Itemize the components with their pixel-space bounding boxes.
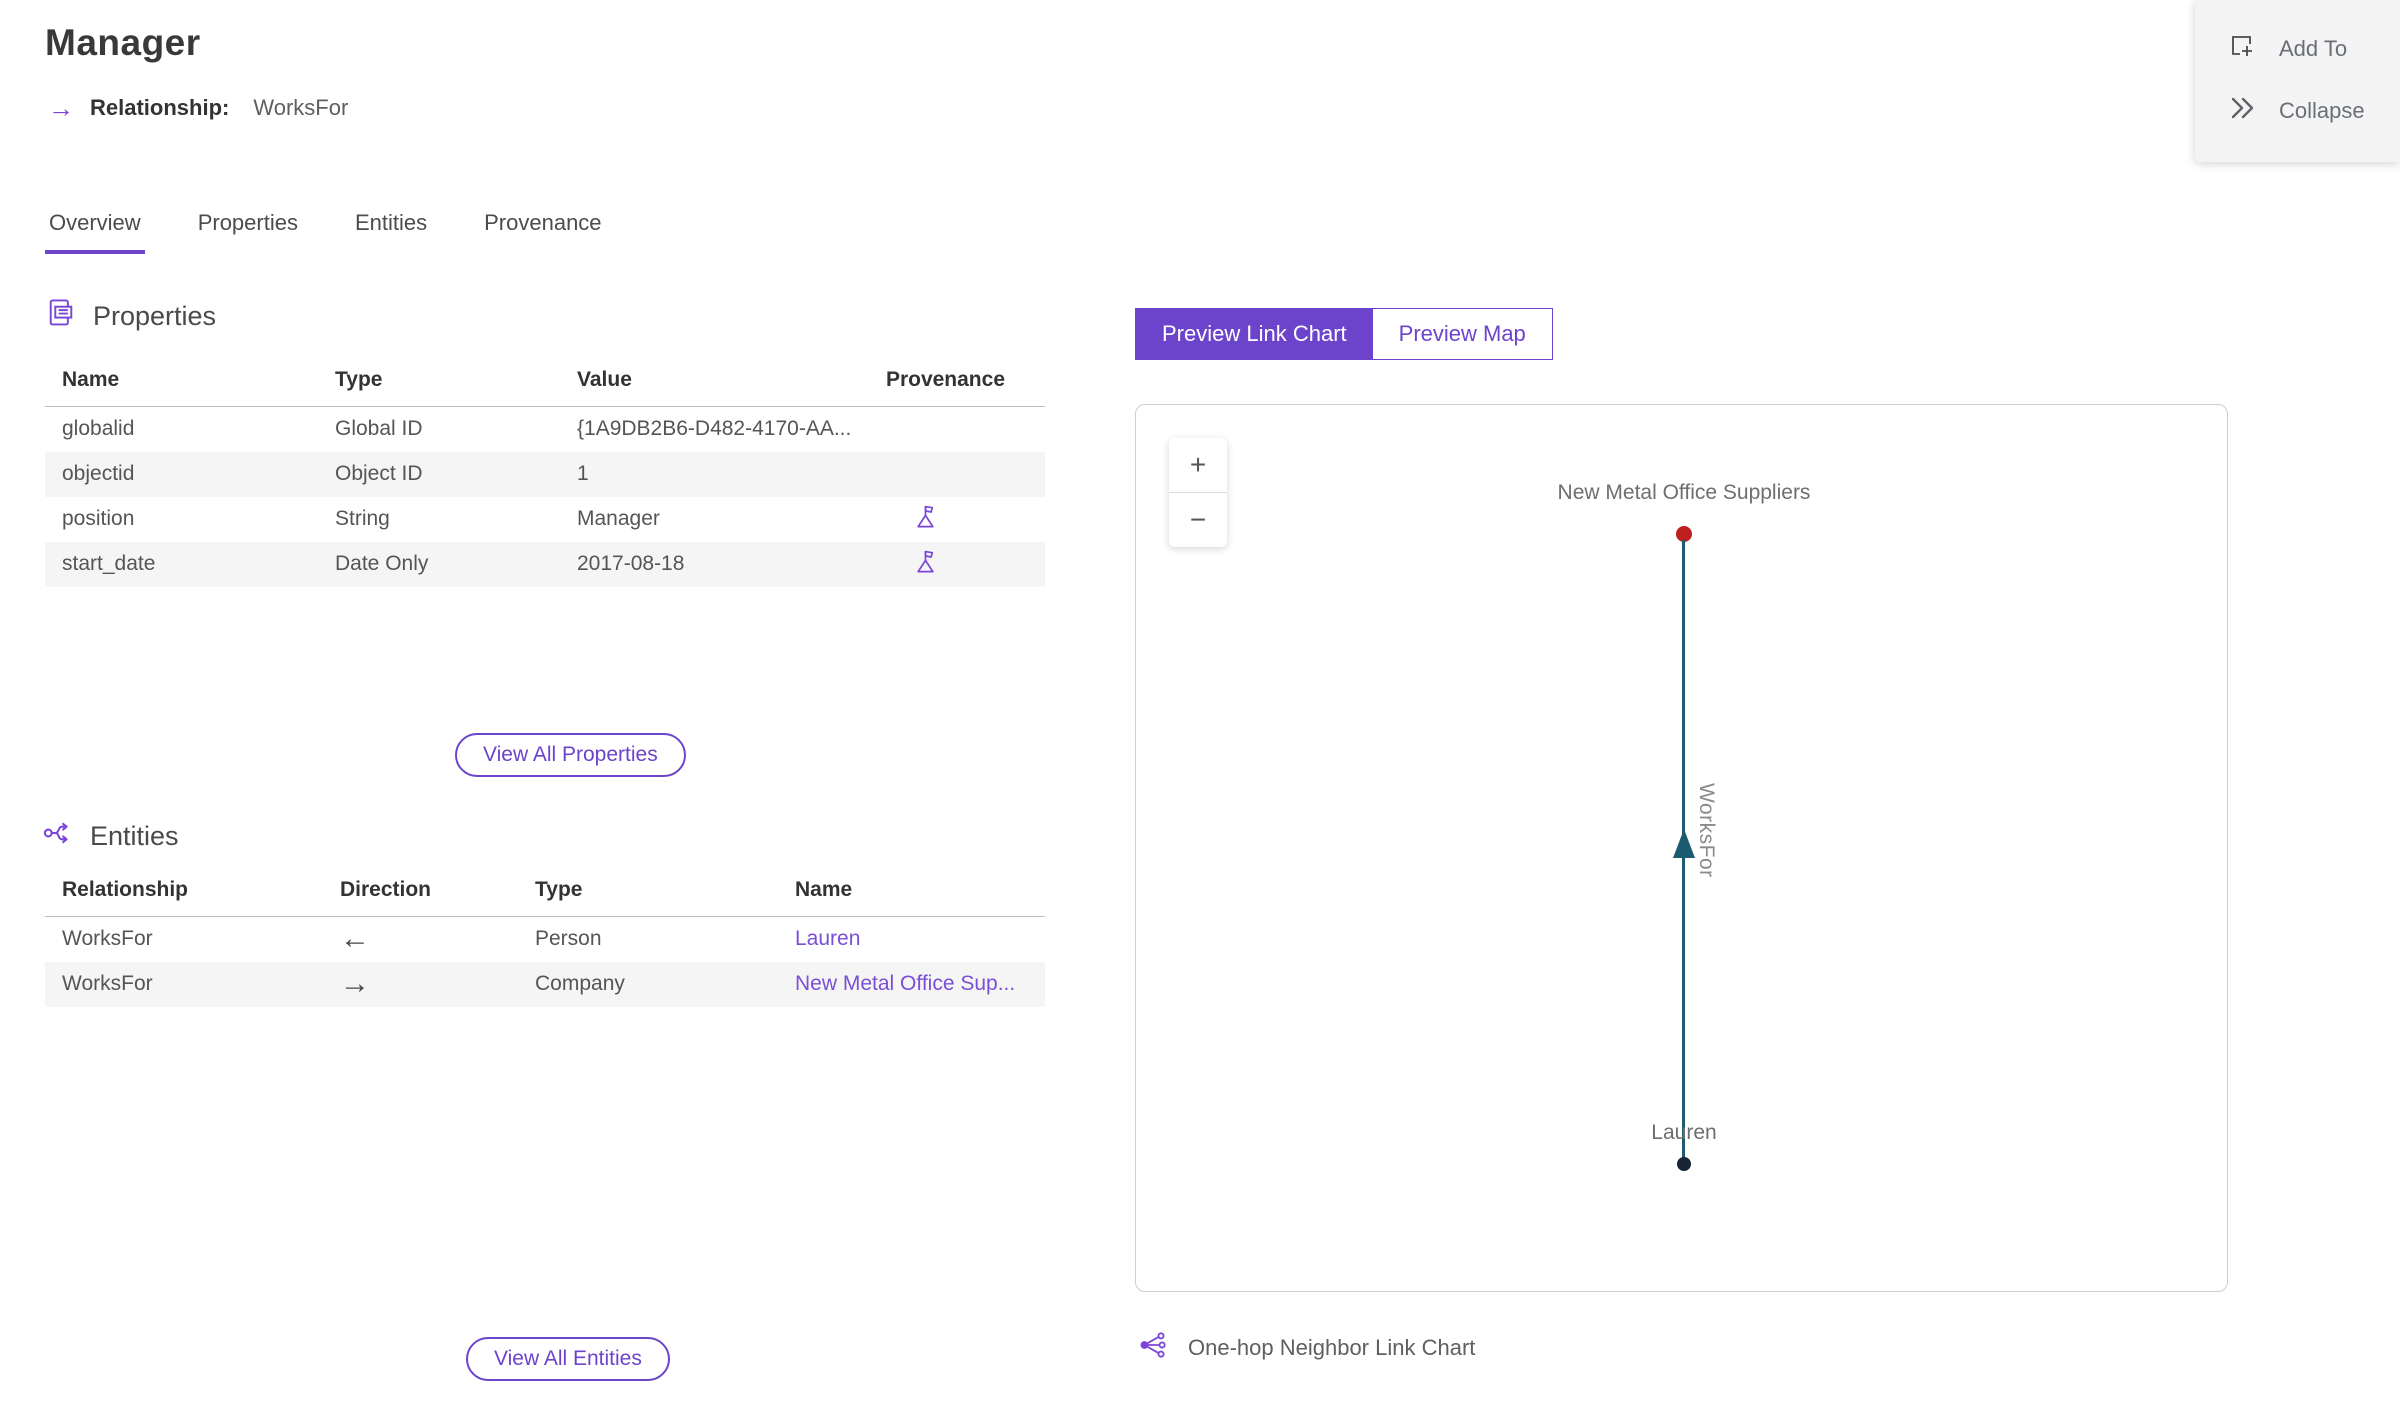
property-provenance-cell bbox=[860, 497, 1045, 542]
properties-section-header: Properties bbox=[45, 297, 216, 336]
property-row-position: position String Manager bbox=[45, 497, 1045, 542]
properties-icon bbox=[45, 297, 77, 336]
col-header-type: Type bbox=[318, 358, 560, 407]
entity-name-link[interactable]: New Metal Office Sup... bbox=[795, 972, 1015, 995]
col-header-value: Value bbox=[560, 358, 860, 407]
col-header-name: Name bbox=[778, 868, 1045, 917]
link-chart-preview[interactable]: + − New Metal Office Suppliers WorksFor … bbox=[1135, 404, 2228, 1292]
col-header-direction: Direction bbox=[323, 868, 518, 917]
entities-table-header-row: Relationship Direction Type Name bbox=[45, 868, 1045, 917]
collapse-label: Collapse bbox=[2279, 98, 2365, 123]
entity-relationship: WorksFor bbox=[62, 927, 153, 951]
property-type: Global ID bbox=[335, 417, 423, 441]
property-value: Manager bbox=[577, 507, 660, 530]
property-type: String bbox=[335, 507, 390, 530]
preview-map-tab[interactable]: Preview Map bbox=[1372, 309, 1552, 359]
entity-name-link[interactable]: Lauren bbox=[795, 927, 860, 950]
view-all-properties-button[interactable]: View All Properties bbox=[455, 733, 686, 777]
zoom-control: + − bbox=[1169, 438, 1227, 547]
col-header-name: Name bbox=[45, 358, 318, 407]
add-to-icon bbox=[2227, 31, 2257, 67]
edge-label: WorksFor bbox=[1695, 783, 1718, 878]
col-header-type: Type bbox=[518, 868, 778, 917]
properties-table-header-row: Name Type Value Provenance bbox=[45, 358, 1045, 407]
property-name: globalid bbox=[62, 417, 135, 441]
property-value: 2017-08-18 bbox=[577, 552, 685, 575]
entity-row-lauren: WorksFor ← Person Lauren bbox=[45, 917, 1045, 962]
one-hop-link-chart-icon bbox=[1138, 1330, 1168, 1366]
properties-section-title: Properties bbox=[93, 301, 217, 331]
node-person[interactable] bbox=[1677, 1157, 1691, 1171]
relationship-label: Relationship: bbox=[90, 95, 230, 120]
entities-icon bbox=[42, 817, 74, 856]
preview-link-chart-tab[interactable]: Preview Link Chart bbox=[1136, 309, 1373, 359]
add-to-button[interactable]: Add To bbox=[2227, 18, 2400, 80]
chart-caption-label: One-hop Neighbor Link Chart bbox=[1188, 1335, 1476, 1360]
tab-entities[interactable]: Entities bbox=[351, 210, 431, 254]
property-provenance-cell bbox=[860, 452, 1045, 497]
property-provenance-cell bbox=[860, 407, 1045, 452]
entity-type: Person bbox=[535, 927, 602, 951]
entities-section-title: Entities bbox=[90, 821, 179, 851]
property-type: Object ID bbox=[335, 462, 423, 485]
entities-table: Relationship Direction Type Name WorksFo… bbox=[45, 868, 1045, 1007]
detail-tabs: Overview Properties Entities Provenance bbox=[45, 210, 606, 254]
col-header-provenance: Provenance bbox=[860, 358, 1045, 407]
preview-toggle-group: Preview Link Chart Preview Map bbox=[1135, 308, 1553, 360]
col-header-relationship: Relationship bbox=[45, 868, 323, 917]
property-value: {1A9DB2B6-D482-4170-AA... bbox=[577, 417, 852, 441]
page-title: Manager bbox=[45, 22, 201, 63]
entity-row-new-metal-office: WorksFor → Company New Metal Office Sup.… bbox=[45, 961, 1045, 1007]
provenance-flag-icon[interactable] bbox=[912, 505, 939, 535]
entity-type: Company bbox=[535, 972, 625, 995]
direction-right-arrow: → bbox=[340, 967, 370, 1000]
property-provenance-cell bbox=[860, 542, 1045, 587]
relationship-arrow-icon: → bbox=[48, 93, 74, 123]
tab-overview[interactable]: Overview bbox=[45, 210, 145, 254]
view-all-entities-button[interactable]: View All Entities bbox=[466, 1337, 670, 1381]
property-type: Date Only bbox=[335, 552, 429, 575]
double-chevron-right-icon bbox=[2227, 95, 2257, 127]
property-row-objectid: objectid Object ID 1 bbox=[45, 451, 1045, 497]
tab-provenance[interactable]: Provenance bbox=[480, 210, 605, 254]
entity-relationship: WorksFor bbox=[62, 972, 153, 995]
relationship-detail-page: Manager → Relationship: WorksFor Add To bbox=[0, 0, 2400, 1401]
property-name: objectid bbox=[62, 462, 135, 485]
properties-table: Name Type Value Provenance globalid Glob… bbox=[45, 358, 1045, 587]
entities-section-header: Entities bbox=[42, 817, 179, 856]
zoom-out-button[interactable]: − bbox=[1169, 493, 1227, 547]
property-row-start-date: start_date Date Only 2017-08-18 bbox=[45, 541, 1045, 587]
property-name: start_date bbox=[62, 552, 156, 575]
provenance-flag-icon[interactable] bbox=[912, 550, 939, 580]
node-label-person: Lauren bbox=[1651, 1121, 1717, 1144]
property-value: 1 bbox=[577, 462, 589, 485]
edge-arrowhead-icon bbox=[1673, 829, 1695, 858]
tab-properties[interactable]: Properties bbox=[194, 210, 302, 254]
direction-left-arrow: ← bbox=[340, 922, 370, 956]
collapse-button[interactable]: Collapse bbox=[2227, 80, 2400, 142]
node-label-company: New Metal Office Suppliers bbox=[1557, 481, 1811, 504]
chart-caption: One-hop Neighbor Link Chart bbox=[1138, 1330, 1475, 1366]
relationship-subtitle: → Relationship: WorksFor bbox=[48, 95, 348, 121]
property-name: position bbox=[62, 507, 135, 530]
zoom-in-button[interactable]: + bbox=[1169, 438, 1227, 492]
property-row-globalid: globalid Global ID {1A9DB2B6-D482-4170-A… bbox=[45, 407, 1045, 452]
add-to-label: Add To bbox=[2279, 36, 2348, 61]
relationship-value: WorksFor bbox=[253, 95, 349, 120]
action-panel: Add To Collapse bbox=[2195, 0, 2400, 162]
